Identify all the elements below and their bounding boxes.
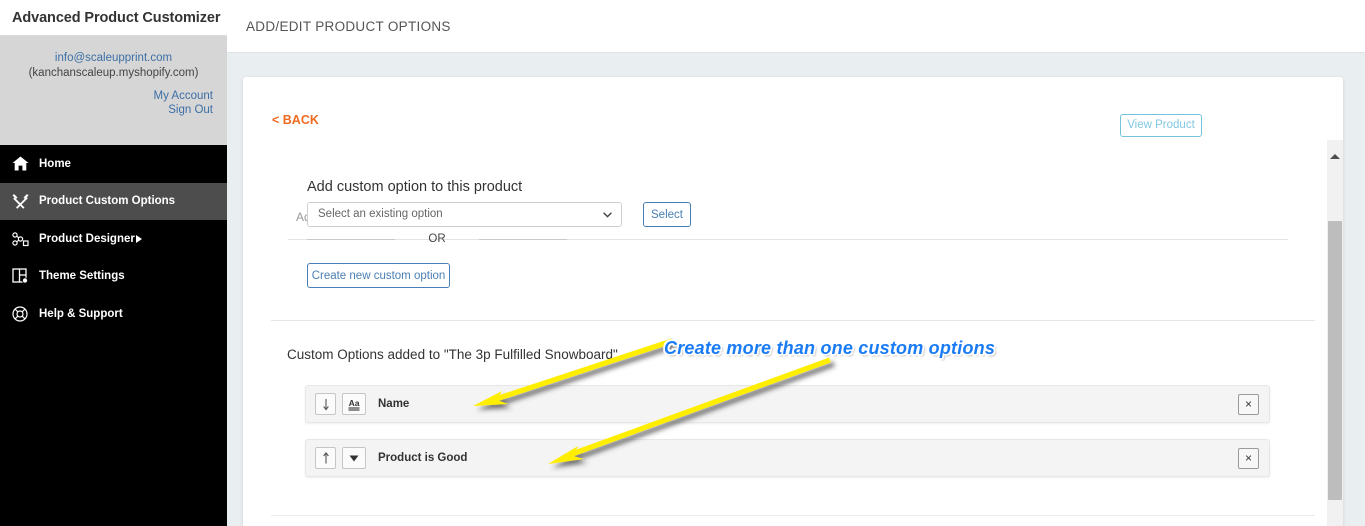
lifebuoy-icon	[12, 304, 36, 324]
card-content: < BACK View Product Add Option Condition…	[243, 77, 1343, 526]
home-icon	[12, 154, 36, 174]
tools-icon	[12, 191, 36, 211]
designer-icon	[12, 229, 36, 249]
or-line-left	[307, 238, 395, 240]
sidebar-item-home[interactable]: Home	[0, 145, 227, 183]
sidebar-item-label: Product Designer	[39, 232, 135, 245]
chevron-right-icon	[136, 234, 142, 243]
sidebar-item-label: Home	[39, 157, 71, 170]
option-name: Name	[378, 398, 410, 410]
select-button[interactable]: Select	[643, 202, 691, 227]
text-field-glyph: Aa	[348, 398, 360, 411]
svg-text:Aa: Aa	[349, 398, 360, 408]
view-product-button[interactable]: View Product	[1120, 114, 1202, 137]
topbar: ADD/EDIT PRODUCT OPTIONS	[227, 0, 1365, 53]
sidebar-item-help-support[interactable]: Help & Support	[0, 295, 227, 333]
custom-options-heading: Custom Options added to "The 3p Fulfille…	[287, 347, 618, 362]
section-divider	[271, 320, 1315, 321]
dropdown-icon[interactable]	[342, 447, 366, 469]
scroll-up-arrow-icon[interactable]	[1330, 154, 1340, 159]
or-line-right	[479, 238, 567, 240]
chevron-down-icon	[603, 212, 612, 218]
delete-option-button[interactable]: ×	[1238, 394, 1259, 415]
sidebar-item-theme-settings[interactable]: Theme Settings	[0, 258, 227, 296]
brand-header: Advanced Product Customizer	[0, 0, 227, 36]
or-label: OR	[428, 233, 446, 245]
existing-option-select-wrap: Select an existing option	[307, 202, 622, 227]
scrollbar-thumb[interactable]	[1328, 221, 1342, 500]
brand-title: Advanced Product Customizer	[12, 9, 221, 26]
my-account-link[interactable]: My Account	[14, 89, 213, 103]
back-link[interactable]: < BACK	[272, 113, 319, 127]
page-title: ADD/EDIT PRODUCT OPTIONS	[246, 18, 451, 34]
arrow-up-icon[interactable]	[315, 447, 336, 469]
bottom-divider	[271, 515, 1315, 516]
app-root: Advanced Product Customizer info@scaleup…	[0, 0, 1365, 526]
sidebar-item-product-designer[interactable]: Product Designer	[0, 220, 227, 258]
add-option-form-title: Add custom option to this product	[307, 179, 523, 195]
existing-option-select[interactable]: Select an existing option	[307, 202, 622, 227]
main-card: < BACK View Product Add Option Condition…	[243, 77, 1343, 526]
create-new-custom-option-button[interactable]: Create new custom option	[307, 263, 450, 288]
sidebar-item-label: Product Custom Options	[39, 195, 176, 208]
dropdown-glyph	[349, 455, 359, 462]
user-shop-domain: (kanchanscaleup.myshopify.com)	[28, 67, 199, 79]
sidebar: Advanced Product Customizer info@scaleup…	[0, 0, 227, 526]
theme-icon	[12, 266, 36, 286]
sidebar-item-label: Theme Settings	[39, 270, 125, 283]
option-row: Aa Name ×	[305, 385, 1270, 423]
arrow-down-glyph	[322, 398, 329, 411]
text-field-icon[interactable]: Aa	[342, 393, 366, 415]
card-vertical-scrollbar[interactable]	[1327, 140, 1343, 526]
user-links: My Account Sign Out	[14, 89, 213, 117]
sidebar-item-label: Help & Support	[39, 307, 123, 320]
user-info-panel: info@scaleupprint.com (kanchanscaleup.my…	[0, 36, 227, 145]
arrow-up-glyph	[322, 451, 329, 463]
option-name: Product is Good	[378, 452, 468, 464]
existing-option-select-value: Select an existing option	[318, 208, 443, 220]
user-email: info@scaleupprint.com	[54, 52, 173, 64]
delete-option-button[interactable]: ×	[1238, 448, 1259, 469]
sidebar-nav: Home Product Custom Options Product Desi…	[0, 145, 227, 333]
sign-out-link[interactable]: Sign Out	[14, 103, 213, 117]
sidebar-item-product-custom-options[interactable]: Product Custom Options	[0, 182, 227, 220]
arrow-down-icon[interactable]	[315, 393, 336, 415]
or-divider: OR	[307, 233, 567, 245]
option-row: Product is Good ×	[305, 439, 1270, 477]
